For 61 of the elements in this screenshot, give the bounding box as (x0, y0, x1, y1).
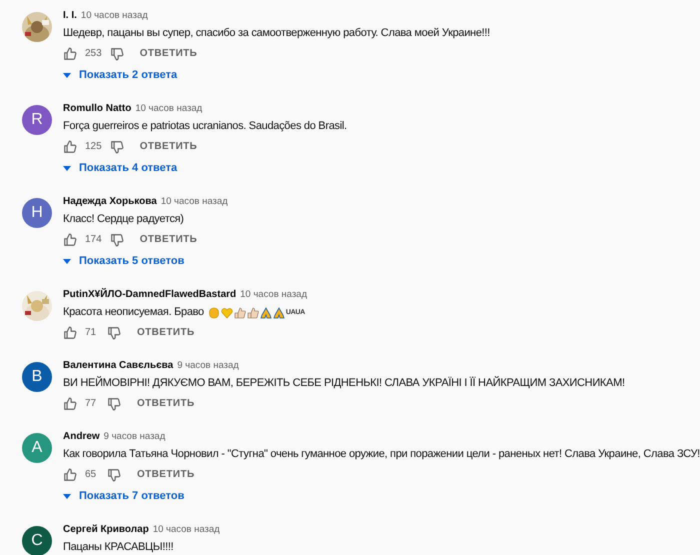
comment-author[interactable]: Валентина Савєльєва (63, 358, 174, 374)
reply-button[interactable]: ОТВЕТИТЬ (129, 398, 195, 409)
comment-time[interactable]: 10 часов назад (160, 194, 228, 210)
caret-icon (63, 166, 71, 170)
comment-time[interactable]: 9 часов назад (177, 358, 239, 374)
comment-text: Пацаны КРАСАВЦЫ!!!! (63, 540, 174, 555)
comment-text: Красота неописуемая. Браво (63, 305, 204, 320)
like-count: 125 (85, 141, 102, 152)
like-count: 77 (85, 398, 98, 409)
like-icon[interactable] (63, 46, 77, 60)
comment-text: Шедевр, пацаны вы супер, спасибо за самоотверженную работу. Слава моей Украине!!! (63, 26, 490, 41)
like-count: 253 (85, 48, 102, 59)
like-count: 71 (85, 327, 98, 338)
thumbs-up-emoji-icon (234, 306, 246, 318)
like-icon[interactable] (63, 232, 77, 246)
dislike-icon[interactable] (107, 468, 121, 482)
thumbs-up-emoji-icon (246, 306, 259, 318)
comment-time[interactable]: 10 часов назад (80, 8, 148, 24)
reply-button[interactable]: ОТВЕТИТЬ (132, 141, 198, 152)
comment-text: ВИ НЕЙМОВІРНІ! ДЯКУЄМО ВАМ, БЕРЕЖІТЬ СЕБЕ РІДНЕНЬКІ! СЛАВА УКРАЇНІ І ЇЇ НАЙКРАЩИМ ЗАХИСНИКАМ! (63, 375, 625, 391)
show-replies-button[interactable]: Показать 7 ответов (63, 485, 184, 507)
reply-button[interactable]: ОТВЕТИТЬ (132, 234, 198, 245)
comment-author[interactable]: Сергей Криволар (63, 522, 149, 538)
comment-time[interactable]: 9 часов назад (104, 429, 166, 445)
avatar[interactable]: C (22, 526, 52, 555)
show-replies-button[interactable]: Показать 2 ответа (63, 64, 178, 86)
caret-icon (63, 258, 71, 264)
show-replies-button[interactable]: Показать 4 ответа (63, 157, 178, 179)
comment-time[interactable]: 10 часов назад (152, 522, 220, 538)
comment-text: Класс! Сердце радуется) (63, 212, 184, 227)
comment-author[interactable]: PutinX¥ЙЛО-DamnedFlawedBastard (63, 287, 236, 303)
comment-author[interactable]: Надежда Хорькова (63, 194, 157, 210)
heart-emoji-icon (220, 306, 233, 318)
like-icon[interactable] (63, 396, 77, 410)
caret-icon (63, 494, 71, 498)
comment-time[interactable]: 10 часов назад (135, 101, 202, 117)
reply-button[interactable]: ОТВЕТИТЬ (129, 327, 195, 338)
like-count: 174 (85, 234, 102, 245)
avatar[interactable]: A (22, 433, 52, 463)
comment-text: Как говорила Татьяна Чорновил - "Стугна" очень гуманное оружие, при поражении цели - раненых нет! Слава Украине, Слава ЗСУ! (63, 447, 700, 462)
avatar[interactable]: B (22, 362, 52, 392)
comment-author[interactable]: Romullo Natto (63, 101, 132, 117)
comment-author[interactable]: I. I. (63, 8, 77, 24)
caret-icon (63, 72, 71, 78)
like-icon[interactable] (63, 468, 77, 482)
reply-button[interactable]: ОТВЕТИТЬ (132, 48, 198, 59)
like-count: 65 (85, 469, 98, 480)
avatar[interactable]: R (22, 105, 52, 135)
comment-author[interactable]: Andrew (63, 429, 100, 445)
dislike-icon[interactable] (107, 326, 121, 340)
comment-time[interactable]: 10 часов назад (240, 287, 307, 303)
reply-button[interactable]: ОТВЕТИТЬ (129, 469, 195, 480)
avatar[interactable]: H (22, 198, 52, 228)
dislike-icon[interactable] (110, 46, 124, 60)
like-icon[interactable] (63, 140, 77, 154)
comment-text: Força guerreiros e patriotas ucranianos. Saudações do Brasil. (63, 119, 347, 134)
dislike-icon[interactable] (107, 396, 121, 410)
show-replies-button[interactable]: Показать 5 ответов (63, 250, 184, 272)
like-icon[interactable] (63, 326, 77, 340)
dislike-icon[interactable] (110, 140, 124, 154)
dislike-icon[interactable] (110, 232, 124, 246)
